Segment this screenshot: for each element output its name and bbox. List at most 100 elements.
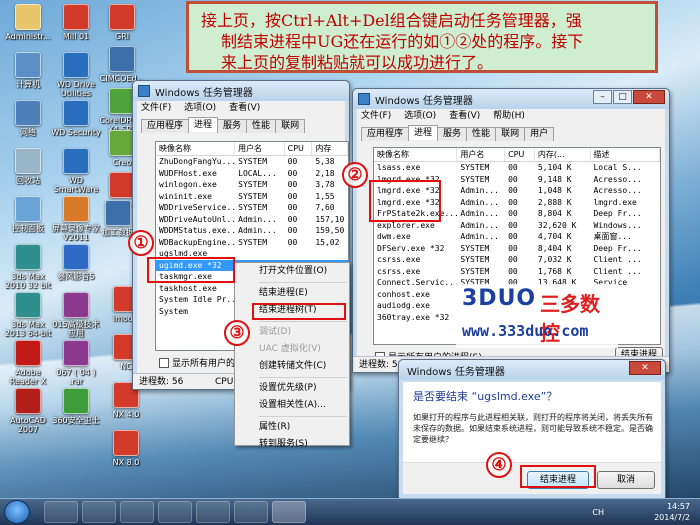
table-row[interactable]: WDDMStatus.exe... Admin... 00 159,50: [156, 225, 348, 237]
tab-networking[interactable]: 联网: [495, 127, 526, 141]
tab-performance[interactable]: 性能: [466, 127, 497, 141]
menu-file[interactable]: 文件(F): [141, 103, 171, 113]
show-all-users-checkbox[interactable]: 显示所有用户的: [159, 356, 235, 369]
table-row[interactable]: WUDFHost.exe LOCAL... 00 2,18: [156, 168, 348, 180]
desktop-icon[interactable]: Administr...: [2, 4, 54, 41]
table-row[interactable]: WDBackupEngine... SYSTEM 00 15,02: [156, 237, 348, 249]
taskbar-ie-icon[interactable]: [44, 501, 78, 523]
rar-icon: [63, 340, 89, 366]
col-memory[interactable]: 内存: [312, 142, 348, 155]
table-row[interactable]: winlogon.exe SYSTEM 00 3,78: [156, 179, 348, 191]
desktop-icon[interactable]: AutoCAD 2007: [2, 388, 54, 434]
menu-view[interactable]: 查看(V): [229, 103, 260, 113]
title-bar[interactable]: Windows 任务管理器: [133, 81, 349, 101]
highlight-lmgrd-processes: [369, 180, 441, 222]
table-row[interactable]: lsass.exe SYSTEM 00 5,104 K Local S...: [374, 162, 660, 174]
minimize-button[interactable]: –: [593, 90, 612, 104]
checkbox-label: 显示所有用户的: [172, 359, 236, 369]
col-user[interactable]: 用户名: [457, 148, 506, 161]
desktop-icon[interactable]: 360安全卫士: [50, 388, 102, 425]
table-row[interactable]: WDDriveAutoUnl... Admin... 00 157,10: [156, 214, 348, 226]
title-bar[interactable]: Windows 任务管理器 – □ ✕: [353, 89, 669, 109]
watermark-brand: 3DUO: [462, 286, 537, 311]
menu-file[interactable]: 文件(F): [361, 111, 391, 121]
col-image-name[interactable]: 映像名称: [374, 148, 458, 161]
col-cpu[interactable]: CPU: [285, 142, 313, 155]
table-row[interactable]: WDDriveService... SYSTEM 00 7,60: [156, 202, 348, 214]
note-line-1: 接上页，按Ctrl+Alt+Del组合键启动任务管理器，强: [201, 11, 582, 30]
desktop-icon[interactable]: 067 ( 04 ) .rar: [50, 340, 102, 386]
maximize-button[interactable]: □: [613, 90, 632, 104]
dialog-close-button[interactable]: ✕: [629, 361, 661, 375]
context-menu-item[interactable]: 转到服务(S): [235, 436, 349, 453]
desktop-icon[interactable]: NX 8.0: [100, 430, 152, 467]
table-row[interactable]: DFServ.exe *32 SYSTEM 00 8,404 K Deep Fr...: [374, 243, 660, 255]
desktop-icon[interactable]: 控制面板: [2, 196, 54, 233]
desktop-icon[interactable]: WD Security: [50, 100, 102, 137]
desktop-icon[interactable]: Adobe Reader X: [2, 340, 54, 386]
taskbar-task-manager-icon[interactable]: [272, 501, 306, 523]
menu-help[interactable]: 帮助(H): [493, 111, 525, 121]
col-user[interactable]: 用户名: [235, 142, 285, 155]
table-cell: Acresso...: [593, 174, 642, 184]
desktop-icon[interactable]: 回收站: [2, 148, 54, 185]
desktop-icon[interactable]: WD Drive Utilities: [50, 52, 102, 98]
taskbar-shield-icon[interactable]: [120, 501, 154, 523]
context-menu-item[interactable]: 结束进程(E): [235, 285, 349, 302]
dialog-title-bar[interactable]: Windows 任务管理器 ✕: [399, 360, 665, 380]
table-row[interactable]: ZhuDongFangYu... SYSTEM 00 5,38: [156, 156, 348, 168]
table-row[interactable]: wininit.exe SYSTEM 00 1,55: [156, 191, 348, 203]
user-folder-icon: [15, 4, 41, 30]
tab-applications[interactable]: 应用程序: [361, 127, 410, 141]
taskbar-app-icon[interactable]: [158, 501, 192, 523]
tab-performance[interactable]: 性能: [246, 119, 277, 133]
table-cell: [285, 248, 313, 260]
desktop-icon[interactable]: 3ds Max 2013 64-bit: [2, 292, 54, 338]
checkbox-box[interactable]: [159, 357, 169, 368]
table-row[interactable]: csrss.exe SYSTEM 00 7,032 K Client ...: [374, 254, 660, 266]
system-tray: CH 14:57 2014/7/2: [592, 501, 690, 523]
desktop-icon[interactable]: Mill 01: [50, 4, 102, 41]
tab-users[interactable]: 用户: [524, 127, 555, 141]
clock-date[interactable]: 2014/7/2: [654, 512, 690, 523]
cancel-button[interactable]: 取消: [597, 471, 655, 489]
tab-services[interactable]: 服务: [217, 119, 248, 133]
desktop-icon[interactable]: 3ds Max 2010 32 bit: [2, 244, 54, 290]
context-menu-item[interactable]: 创建转储文件(C): [235, 358, 349, 375]
context-menu-item[interactable]: 打开文件位置(O): [235, 263, 349, 280]
tab-networking[interactable]: 联网: [275, 119, 306, 133]
table-cell: lmgrd.exe: [593, 197, 637, 207]
taskbar-explorer-icon[interactable]: [82, 501, 116, 523]
clock-time[interactable]: 14:57: [654, 501, 690, 512]
desktop-icon[interactable]: 计算机: [2, 52, 54, 89]
tab-processes[interactable]: 进程: [188, 117, 219, 132]
table-cell: Admin...: [460, 186, 499, 195]
col-image-name[interactable]: 映像名称: [156, 142, 236, 155]
start-button[interactable]: [4, 500, 30, 524]
table-row[interactable]: csrss.exe SYSTEM 00 1,768 K Client ...: [374, 266, 660, 278]
context-menu-item: 调试(D): [259, 327, 291, 337]
desktop-icon[interactable]: 网络: [2, 100, 54, 137]
table-row[interactable]: dwm.exe Admin... 00 4,704 K 桌面窗...: [374, 231, 660, 243]
context-menu-item[interactable]: 属性(R): [235, 419, 349, 436]
col-description[interactable]: 描述: [591, 148, 660, 161]
desktop-icon[interactable]: 015高级技术应用: [50, 292, 102, 338]
context-menu-item[interactable]: 设置优先级(P): [235, 380, 349, 397]
tab-processes[interactable]: 进程: [408, 125, 439, 140]
col-memory[interactable]: 内存(...: [535, 148, 591, 161]
close-button[interactable]: ✕: [633, 90, 665, 104]
menu-options[interactable]: 选项(O): [184, 103, 216, 113]
tab-services[interactable]: 服务: [437, 127, 468, 141]
language-indicator[interactable]: CH: [592, 507, 604, 518]
context-menu-item[interactable]: 设置相关性(A)...: [235, 397, 349, 414]
desktop-icon[interactable]: WD SmartWare: [50, 148, 102, 194]
desktop-icon[interactable]: GRI: [96, 4, 148, 41]
menu-options[interactable]: 选项(O): [404, 111, 436, 121]
taskbar-app-icon[interactable]: [234, 501, 268, 523]
desktop-icon[interactable]: CIMCOEd...: [96, 46, 148, 83]
tab-applications[interactable]: 应用程序: [141, 119, 190, 133]
desktop-icon[interactable]: 暴风影音5: [50, 244, 102, 281]
taskbar-app-icon[interactable]: [196, 501, 230, 523]
col-cpu[interactable]: CPU: [505, 148, 535, 161]
menu-view[interactable]: 查看(V): [449, 111, 480, 121]
